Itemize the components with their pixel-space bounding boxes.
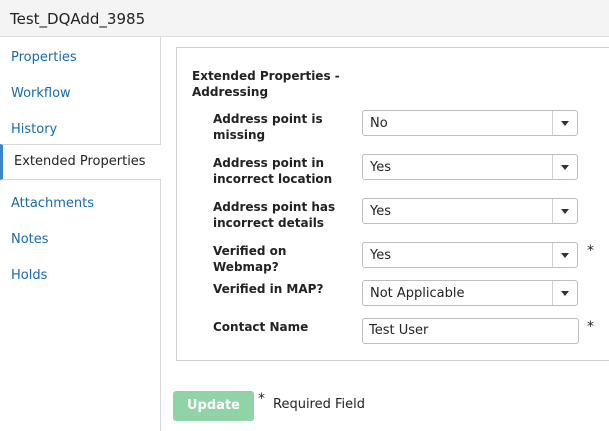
select-value: Yes [370, 204, 391, 219]
select-value: No [370, 116, 388, 131]
dropdown-button[interactable] [552, 155, 577, 179]
section-title: Extended Properties - Addressing [192, 69, 340, 99]
sidebar-item-label: Notes [11, 232, 49, 247]
sidebar-item-label: Workflow [11, 86, 71, 101]
sidebar-item-label: Extended Properties [14, 154, 146, 169]
required-star: * [258, 391, 265, 407]
sidebar-item-label: Attachments [11, 196, 94, 211]
select-value: Not Applicable [370, 286, 465, 301]
field-label: Verified on Webmap? [213, 244, 287, 274]
contact-name-field[interactable] [362, 318, 579, 344]
select-value: Yes [370, 160, 391, 175]
sidebar-item-holds[interactable]: Holds [0, 263, 158, 289]
select-value: Yes [370, 248, 391, 263]
required-star: * [587, 319, 594, 335]
address-point-location-select[interactable]: Yes [362, 154, 578, 180]
field-label: Verified in MAP? [213, 282, 324, 296]
dropdown-button[interactable] [552, 281, 577, 305]
sidebar-item-history[interactable]: History [0, 117, 158, 143]
title-bar: Test_DQAdd_3985 [0, 0, 609, 37]
chevron-down-icon [561, 209, 569, 214]
sidebar-item-label: Properties [11, 50, 77, 65]
verified-map-select[interactable]: Not Applicable [362, 280, 578, 306]
sidebar-item-extended-properties[interactable]: Extended Properties [0, 144, 161, 180]
contact-name-input[interactable] [369, 323, 569, 338]
sidebar-item-label: Holds [11, 268, 48, 283]
verified-webmap-select[interactable]: Yes [362, 242, 578, 268]
required-star: * [587, 243, 594, 259]
dropdown-button[interactable] [552, 243, 577, 267]
extended-properties-panel: Extended Properties - Addressing Address… [176, 47, 609, 361]
field-label: Address point has incorrect details [213, 200, 336, 230]
chevron-down-icon [561, 291, 569, 296]
dropdown-button[interactable] [552, 111, 577, 135]
field-label: Address point in incorrect location [213, 156, 333, 186]
sidebar-item-properties[interactable]: Properties [0, 45, 158, 71]
chevron-down-icon [561, 165, 569, 170]
field-label: Address point is missing [213, 112, 323, 142]
field-label: Contact Name [213, 320, 309, 334]
update-button[interactable]: Update [173, 391, 254, 421]
required-field-legend: Required Field [273, 397, 365, 412]
chevron-down-icon [561, 253, 569, 258]
address-point-missing-select[interactable]: No [362, 110, 578, 136]
address-point-details-select[interactable]: Yes [362, 198, 578, 224]
chevron-down-icon [561, 121, 569, 126]
sidebar-item-notes[interactable]: Notes [0, 227, 158, 253]
page-title: Test_DQAdd_3985 [10, 10, 146, 28]
sidebar-item-workflow[interactable]: Workflow [0, 81, 158, 107]
sidebar-item-attachments[interactable]: Attachments [0, 191, 158, 217]
sidebar: Properties Workflow History Extended Pro… [0, 37, 161, 431]
sidebar-item-label: History [11, 122, 58, 137]
dropdown-button[interactable] [552, 199, 577, 223]
